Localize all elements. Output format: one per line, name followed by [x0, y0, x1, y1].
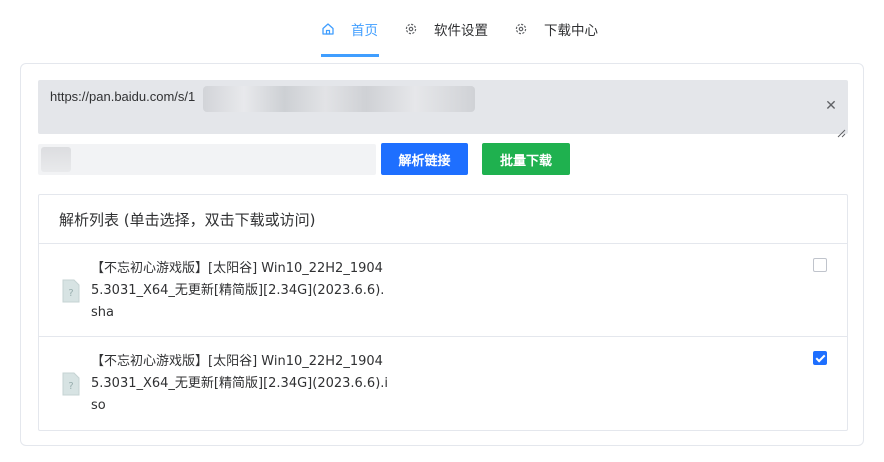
- redacted-url-blur: [203, 86, 475, 112]
- redacted-code-blur: [41, 147, 71, 172]
- file-name: 【不忘初心游戏版】[太阳谷] Win10_22H2_19045.3031_X64…: [91, 354, 389, 413]
- extract-code-input[interactable]: [38, 144, 376, 175]
- batch-download-button[interactable]: 批量下载: [482, 143, 570, 175]
- top-nav: 首页 软件设置 下载中心: [0, 0, 884, 58]
- gear-icon: [514, 22, 528, 36]
- unknown-file-icon: ?: [61, 372, 81, 396]
- tab-settings[interactable]: 软件设置: [404, 0, 492, 58]
- tab-download-center[interactable]: 下载中心: [514, 0, 602, 58]
- unknown-file-icon: ?: [61, 279, 81, 303]
- list-item[interactable]: ? 【不忘初心游戏版】[太阳谷] Win10_22H2_19045.3031_X…: [39, 244, 847, 337]
- list-item[interactable]: ? 【不忘初心游戏版】[太阳谷] Win10_22H2_19045.3031_X…: [39, 337, 847, 430]
- svg-text:?: ?: [68, 381, 73, 392]
- file-name: 【不忘初心游戏版】[太阳谷] Win10_22H2_19045.3031_X64…: [91, 261, 385, 320]
- gear-icon: [404, 22, 418, 36]
- main-card: https://pan.baidu.com/s/1 ✕ 解析链接 批量下载 解析…: [20, 63, 864, 446]
- url-input-value: https://pan.baidu.com/s/1: [50, 89, 196, 104]
- select-checkbox[interactable]: [813, 258, 827, 272]
- select-checkbox[interactable]: [813, 351, 827, 365]
- list-header: 解析列表 (单击选择，双击下载或访问): [39, 195, 847, 244]
- list-title: 解析列表 (单击选择，双击下载或访问): [59, 211, 316, 229]
- resize-handle-icon[interactable]: [837, 123, 846, 138]
- tab-settings-label: 软件设置: [434, 23, 488, 39]
- tab-home[interactable]: 首页: [321, 0, 379, 58]
- clear-icon[interactable]: ✕: [824, 99, 838, 113]
- parse-link-button[interactable]: 解析链接: [381, 143, 468, 175]
- home-icon: [321, 22, 335, 36]
- tab-home-label: 首页: [351, 23, 378, 39]
- parse-result-list: 解析列表 (单击选择，双击下载或访问) ? 【不忘初心游戏版】[太阳谷] Win…: [38, 194, 848, 431]
- url-input[interactable]: https://pan.baidu.com/s/1 ✕: [38, 80, 848, 138]
- tab-download-center-label: 下载中心: [544, 23, 598, 39]
- svg-text:?: ?: [68, 288, 73, 299]
